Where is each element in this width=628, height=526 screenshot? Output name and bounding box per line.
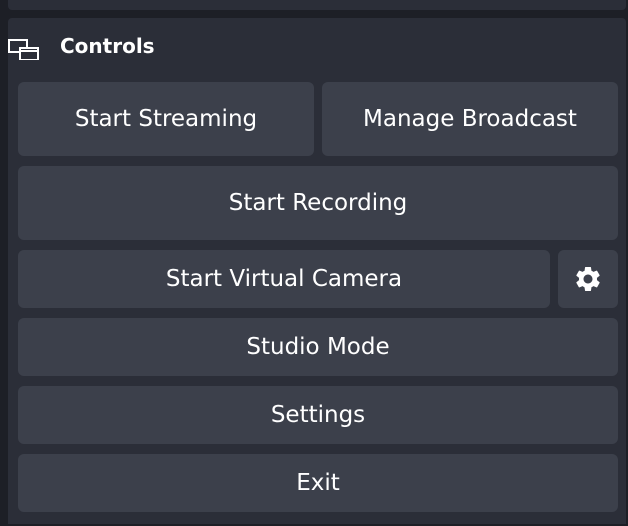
manage-broadcast-button[interactable]: Manage Broadcast bbox=[322, 82, 618, 156]
app-window: Controls Start Streaming Manage Broadcas… bbox=[0, 0, 628, 526]
previous-dock-edge bbox=[8, 0, 626, 10]
start-virtual-camera-label: Start Virtual Camera bbox=[165, 266, 403, 292]
exit-label: Exit bbox=[296, 470, 340, 496]
exit-button[interactable]: Exit bbox=[18, 454, 618, 512]
settings-button[interactable]: Settings bbox=[18, 386, 618, 444]
start-recording-label: Start Recording bbox=[228, 190, 408, 216]
start-virtual-camera-button[interactable]: Start Virtual Camera bbox=[18, 250, 550, 308]
dock-header[interactable]: Controls bbox=[8, 18, 626, 72]
start-streaming-label: Start Streaming bbox=[74, 106, 258, 132]
studio-mode-button[interactable]: Studio Mode bbox=[18, 318, 618, 376]
virtual-camera-settings-button[interactable] bbox=[558, 250, 618, 308]
studio-mode-label: Studio Mode bbox=[246, 334, 390, 360]
start-streaming-button[interactable]: Start Streaming bbox=[18, 82, 314, 156]
controls-dock: Controls Start Streaming Manage Broadcas… bbox=[8, 18, 626, 524]
start-recording-button[interactable]: Start Recording bbox=[18, 166, 618, 240]
dock-title: Controls bbox=[60, 34, 155, 58]
manage-broadcast-label: Manage Broadcast bbox=[363, 106, 577, 132]
gear-icon bbox=[576, 267, 600, 291]
settings-label: Settings bbox=[270, 402, 366, 428]
dock-window-icon bbox=[8, 39, 39, 60]
